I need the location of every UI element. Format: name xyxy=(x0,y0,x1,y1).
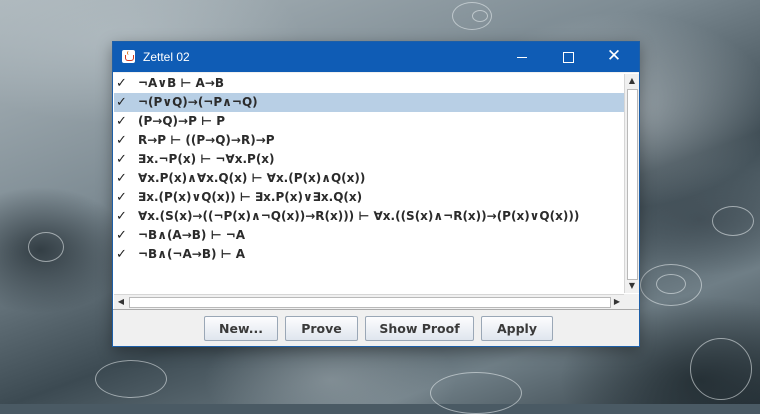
list-item-selected[interactable]: ✓ ¬(P∨Q)→(¬P∧¬Q) xyxy=(114,93,624,112)
rain-ripple xyxy=(95,360,167,398)
formula-text: ∃x.(P(x)∨Q(x)) ⊢ ∃x.P(x)∨∃x.Q(x) xyxy=(138,190,363,204)
button-bar: New... Prove Show Proof Apply xyxy=(113,310,639,346)
formula-text: ∃x.¬P(x) ⊢ ¬∀x.P(x) xyxy=(138,152,275,166)
close-button[interactable]: ✕ xyxy=(591,42,637,72)
formula-text: R→P ⊢ ((P→Q)→R)→P xyxy=(138,133,275,147)
title-bar[interactable]: Zettel 02 ✕ xyxy=(113,42,639,72)
formula-text: ¬(P∨Q)→(¬P∧¬Q) xyxy=(138,95,258,109)
new-button[interactable]: New... xyxy=(204,316,278,341)
apply-button[interactable]: Apply xyxy=(481,316,553,341)
rain-ripple xyxy=(656,274,686,294)
formula-text: ∀x.(S(x)→((¬P(x)∧¬Q(x))→R(x))) ⊢ ∀x.((S(… xyxy=(138,209,580,223)
check-icon: ✓ xyxy=(116,171,127,186)
scroll-right-icon[interactable]: ▶ xyxy=(610,295,624,309)
maximize-button[interactable] xyxy=(545,42,591,72)
scroll-left-icon[interactable]: ◀ xyxy=(114,295,128,309)
scroll-down-icon[interactable]: ▼ xyxy=(625,279,639,293)
close-icon: ✕ xyxy=(606,46,622,66)
list-item[interactable]: ✓ (P→Q)→P ⊢ P xyxy=(114,112,624,131)
vertical-scroll-thumb[interactable] xyxy=(627,89,638,280)
rain-ripple xyxy=(430,372,522,414)
formula-text: ¬A∨B ⊢ A→B xyxy=(138,76,225,90)
scroll-up-icon[interactable]: ▲ xyxy=(625,74,639,88)
formula-text: ¬B∧(A→B) ⊢ ¬A xyxy=(138,228,246,242)
formula-list[interactable]: ✓ ¬A∨B ⊢ A→B ✓ ¬(P∨Q)→(¬P∧¬Q) ✓ (P→Q)→P … xyxy=(114,74,624,294)
list-item[interactable]: ✓ ∀x.P(x)∧∀x.Q(x) ⊢ ∀x.(P(x)∧Q(x)) xyxy=(114,169,624,188)
list-item[interactable]: ✓ ∀x.(S(x)→((¬P(x)∧¬Q(x))→R(x))) ⊢ ∀x.((… xyxy=(114,207,624,226)
vertical-scrollbar[interactable]: ▲ ▼ xyxy=(624,74,639,293)
rain-ripple xyxy=(472,10,488,22)
show-proof-button[interactable]: Show Proof xyxy=(365,316,474,341)
list-item[interactable]: ✓ R→P ⊢ ((P→Q)→R)→P xyxy=(114,131,624,150)
horizontal-scrollbar[interactable]: ◀ ▶ xyxy=(114,294,624,309)
list-item[interactable]: ✓ ∃x.(P(x)∨Q(x)) ⊢ ∃x.P(x)∨∃x.Q(x) xyxy=(114,188,624,207)
check-icon: ✓ xyxy=(116,152,127,167)
window-title: Zettel 02 xyxy=(143,50,190,64)
list-item[interactable]: ✓ ¬A∨B ⊢ A→B xyxy=(114,74,624,93)
list-item[interactable]: ✓ ∃x.¬P(x) ⊢ ¬∀x.P(x) xyxy=(114,150,624,169)
formula-list-panel: ✓ ¬A∨B ⊢ A→B ✓ ¬(P∨Q)→(¬P∧¬Q) ✓ (P→Q)→P … xyxy=(113,73,639,310)
check-icon: ✓ xyxy=(116,114,127,129)
check-icon: ✓ xyxy=(116,133,127,148)
check-icon: ✓ xyxy=(116,190,127,205)
check-icon: ✓ xyxy=(116,95,127,110)
prove-button[interactable]: Prove xyxy=(285,316,358,341)
list-item[interactable]: ✓ ¬B∧(A→B) ⊢ ¬A xyxy=(114,226,624,245)
maximize-icon xyxy=(563,52,574,63)
zettel-window: Zettel 02 ✕ ✓ ¬A∨B ⊢ A→B ✓ ¬(P∨Q)→(¬P∧¬Q… xyxy=(112,41,640,347)
minimize-button[interactable] xyxy=(499,42,545,72)
rain-ripple xyxy=(712,206,754,236)
scrollbar-corner xyxy=(624,294,639,309)
check-icon: ✓ xyxy=(116,209,127,224)
horizontal-scroll-thumb[interactable] xyxy=(129,297,611,308)
rain-ripple xyxy=(690,338,752,400)
list-item[interactable]: ✓ ¬B∧(¬A→B) ⊢ A xyxy=(114,245,624,264)
check-icon: ✓ xyxy=(116,228,127,243)
check-icon: ✓ xyxy=(116,76,127,91)
minimize-icon xyxy=(517,57,527,58)
formula-text: ¬B∧(¬A→B) ⊢ A xyxy=(138,247,246,261)
rain-ripple xyxy=(28,232,64,262)
java-cup-icon xyxy=(122,50,135,63)
formula-text: (P→Q)→P ⊢ P xyxy=(138,114,225,128)
formula-text: ∀x.P(x)∧∀x.Q(x) ⊢ ∀x.(P(x)∧Q(x)) xyxy=(138,171,366,185)
check-icon: ✓ xyxy=(116,247,127,262)
